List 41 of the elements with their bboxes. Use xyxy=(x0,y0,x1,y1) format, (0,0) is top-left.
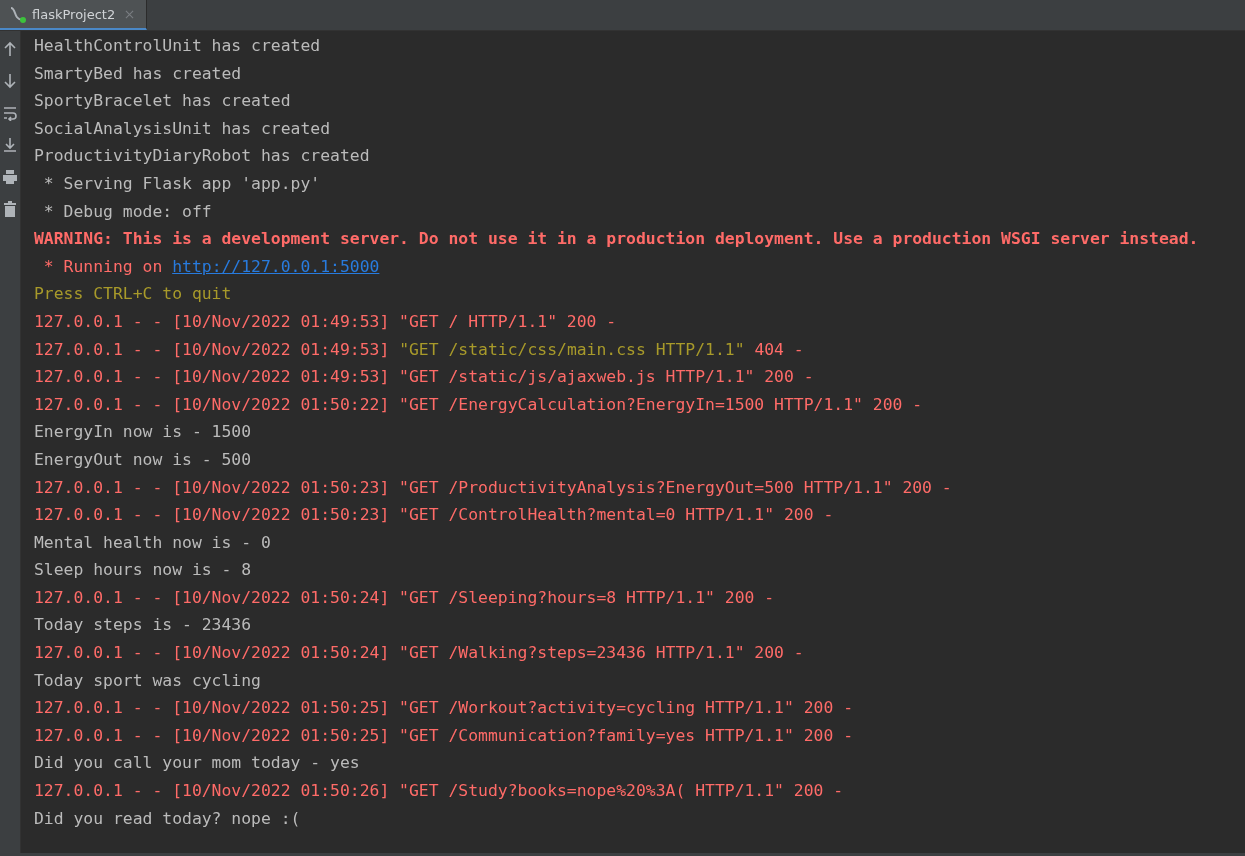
console-line: WARNING: This is a development server. Do not use it in a production deployment. Use a production WSGI server instead. xyxy=(34,228,1200,251)
console-line: EnergyIn now is - 1500 xyxy=(34,421,253,444)
console-line: 127.0.0.1 - - [10/Nov/2022 01:50:22] "GET /EnergyCalculation?EnergyIn=1500 HTTP/1.1" 200 - xyxy=(34,393,924,416)
console-line: Did you call your mom today - yes xyxy=(34,752,361,775)
soft-wrap-icon[interactable] xyxy=(3,105,17,121)
console-text: * Running on xyxy=(42,256,164,276)
console-line: SmartyBed has created xyxy=(34,62,243,85)
console-line: SocialAnalysisUnit has created xyxy=(34,117,332,140)
console-link[interactable]: http://127.0.0.1:5000 xyxy=(172,256,380,276)
console-line: 127.0.0.1 - - [10/Nov/2022 01:50:24] "GET /Sleeping?hours=8 HTTP/1.1" 200 - xyxy=(34,586,776,609)
console-line: Sleep hours now is - 8 xyxy=(34,559,253,582)
console-line: 127.0.0.1 - - [10/Nov/2022 01:50:23] "GET /ControlHealth?mental=0 HTTP/1.1" 200 - xyxy=(34,504,835,527)
console-text: 404 - xyxy=(753,339,804,359)
console-line: 127.0.0.1 - - [10/Nov/2022 01:50:23] "GET /ProductivityAnalysis?EnergyOut=500 HTTP/1.1" 200 - xyxy=(34,476,953,499)
trash-icon[interactable] xyxy=(3,201,17,217)
console-line: 127.0.0.1 - - [10/Nov/2022 01:50:25] "GET /Communication?family=yes HTTP/1.1" 200 - xyxy=(34,724,855,747)
console-text: 127.0.0.1 - - [10/Nov/2022 01:49:53] xyxy=(34,339,391,359)
console-line: * Serving Flask app 'app.py' xyxy=(42,172,322,195)
console-line: * Debug mode: off xyxy=(42,200,213,223)
up-arrow-icon[interactable] xyxy=(3,41,17,57)
scroll-to-end-icon[interactable] xyxy=(3,137,17,153)
console-line: Today sport was cycling xyxy=(34,669,262,692)
console-line: Press CTRL+C to quit xyxy=(34,283,233,306)
console-line: 127.0.0.1 - - [10/Nov/2022 01:49:53] "GET / HTTP/1.1" 200 - xyxy=(34,310,618,333)
console-line: Mental health now is - 0 xyxy=(34,531,272,554)
console-line: 127.0.0.1 - - [10/Nov/2022 01:49:53] "GET /static/js/ajaxweb.js HTTP/1.1" 200 - xyxy=(34,366,815,389)
console-line: Today steps is - 23436 xyxy=(34,614,253,637)
tab-label: flaskProject2 xyxy=(32,6,116,22)
print-icon[interactable] xyxy=(3,169,17,185)
console-line: 127.0.0.1 - - [10/Nov/2022 01:50:24] "GET /Walking?steps=23436 HTTP/1.1" 200 - xyxy=(34,642,805,665)
python-run-icon xyxy=(8,5,26,23)
console-line: SportyBracelet has created xyxy=(34,90,292,113)
console-text: "GET /static/css/main.css HTTP/1.1" xyxy=(399,339,745,359)
console-line: Did you read today? nope :( xyxy=(34,807,302,830)
console-line: EnergyOut now is - 500 xyxy=(34,448,253,471)
run-tab[interactable]: flaskProject2 xyxy=(0,0,148,30)
down-arrow-icon[interactable] xyxy=(3,73,17,89)
console-line: 127.0.0.1 - - [10/Nov/2022 01:50:25] "GET /Workout?activity=cycling HTTP/1.1" 200 - xyxy=(34,697,855,720)
console-line: 127.0.0.1 - - [10/Nov/2022 01:50:26] "GET /Study?books=nope%20%3A( HTTP/1.1" 200 - xyxy=(34,780,845,803)
console-line: ProductivityDiaryRobot has created xyxy=(34,145,371,168)
console-line: HealthControlUnit has created xyxy=(34,35,322,57)
